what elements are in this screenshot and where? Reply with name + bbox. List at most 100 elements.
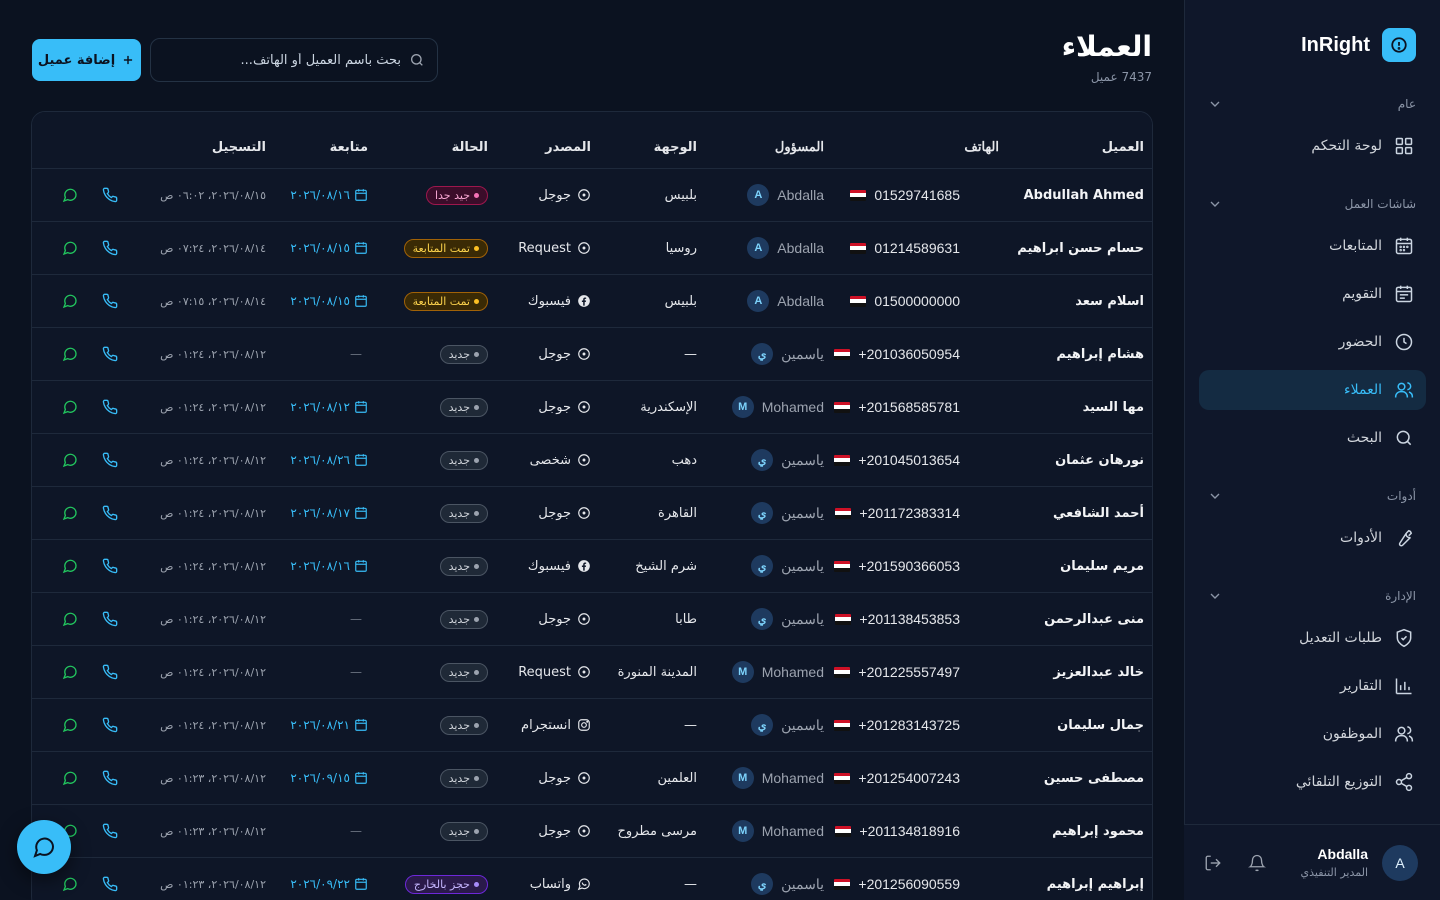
column-header-phone[interactable]: الهاتف: [867, 112, 999, 168]
column-header-followup[interactable]: متابعة: [258, 112, 368, 168]
phone-icon[interactable]: [102, 399, 118, 415]
phone-icon[interactable]: [102, 823, 118, 839]
status-badge[interactable]: جديد: [439, 609, 488, 629]
sidebar-item[interactable]: الأدوات: [1199, 518, 1426, 558]
status-badge[interactable]: حجز بالخارج: [404, 874, 488, 894]
client-name[interactable]: هشام إبراهيم: [966, 328, 1144, 380]
bell-icon[interactable]: [1248, 854, 1266, 872]
sidebar-item[interactable]: لوحة التحكم: [1199, 126, 1426, 166]
table-row[interactable]: مريم سليمان +201590366053 ي ياسمين شرم ال…: [32, 540, 1152, 593]
client-name[interactable]: جمال سليمان: [966, 699, 1144, 751]
phone-icon[interactable]: [102, 717, 118, 733]
add-client-button[interactable]: إضافة عميل: [32, 39, 141, 81]
sidebar-item[interactable]: طلبات التعديل: [1199, 618, 1426, 658]
client-followup[interactable]: ٢٠٢٦/٠٨/٢٦: [258, 434, 368, 486]
table-row[interactable]: حسام حسن ابراهيم 01214589631 A Abdalla رو…: [32, 222, 1152, 275]
phone-icon[interactable]: [102, 876, 118, 892]
column-header-source[interactable]: المصدر: [471, 112, 591, 168]
status-badge[interactable]: تمت المتابعة: [403, 238, 488, 258]
brand[interactable]: InRight: [1301, 28, 1416, 62]
client-name[interactable]: أحمد الشافعي: [966, 487, 1144, 539]
column-header-destination[interactable]: الوجهة: [577, 112, 697, 168]
phone-icon[interactable]: [102, 346, 118, 362]
phone-icon[interactable]: [102, 187, 118, 203]
client-followup[interactable]: ٢٠٢٦/٠٨/١٥: [258, 275, 368, 327]
whatsapp-icon[interactable]: [62, 293, 78, 309]
sidebar-item[interactable]: الحضور: [1199, 322, 1426, 362]
table-row[interactable]: اسلام سعد 01500000000 A Abdalla بلبيس فيس…: [32, 275, 1152, 328]
client-followup[interactable]: —: [258, 805, 368, 857]
sidebar-item[interactable]: العملاء: [1199, 370, 1426, 410]
sidebar-item[interactable]: التقارير: [1199, 666, 1426, 706]
chevron-down-icon[interactable]: [1207, 488, 1223, 504]
nav-section-header[interactable]: الإدارة: [1199, 574, 1426, 618]
client-followup[interactable]: ٢٠٢٦/٠٨/٢١: [258, 699, 368, 751]
phone-icon[interactable]: [102, 505, 118, 521]
client-followup[interactable]: ٢٠٢٦/٠٩/١٥: [258, 752, 368, 804]
whatsapp-icon[interactable]: [62, 717, 78, 733]
client-followup[interactable]: ٢٠٢٦/٠٨/١٧: [258, 487, 368, 539]
status-badge[interactable]: جديد: [439, 715, 488, 735]
nav-section-header[interactable]: عام: [1199, 82, 1426, 126]
client-name[interactable]: مصطفى حسين: [966, 752, 1144, 804]
whatsapp-icon[interactable]: [62, 346, 78, 362]
column-header-registered[interactable]: التسجيل: [106, 112, 266, 168]
table-row[interactable]: أحمد الشافعي +201172383314 ي ياسمين القاه…: [32, 487, 1152, 540]
whatsapp-icon[interactable]: [62, 611, 78, 627]
status-badge[interactable]: جديد: [439, 662, 488, 682]
column-header-owner[interactable]: المسؤول: [684, 112, 824, 168]
client-name[interactable]: منى عبدالرحمن: [966, 593, 1144, 645]
client-name[interactable]: اسلام سعد: [966, 275, 1144, 327]
client-name[interactable]: مريم سليمان: [966, 540, 1144, 592]
search-input[interactable]: [163, 52, 401, 68]
column-header-status[interactable]: الحالة: [358, 112, 488, 168]
table-row[interactable]: خالد عبدالعزيز +201225557497 M Mohamed ال…: [32, 646, 1152, 699]
phone-icon[interactable]: [102, 770, 118, 786]
nav-section-header[interactable]: شاشات العمل: [1199, 182, 1426, 226]
table-row[interactable]: إبراهيم إبراهيم +201256090559 ي ياسمين — …: [32, 858, 1152, 900]
phone-icon[interactable]: [102, 240, 118, 256]
table-row[interactable]: جمال سليمان +201283143725 ي ياسمين — انست…: [32, 699, 1152, 752]
client-followup[interactable]: —: [258, 593, 368, 645]
whatsapp-icon[interactable]: [62, 187, 78, 203]
whatsapp-icon[interactable]: [62, 452, 78, 468]
status-badge[interactable]: جديد: [439, 821, 488, 841]
client-followup[interactable]: —: [258, 328, 368, 380]
sidebar-item[interactable]: التوزيع التلقائي: [1199, 762, 1426, 802]
phone-icon[interactable]: [102, 558, 118, 574]
status-badge[interactable]: جيد جدا: [425, 185, 488, 205]
chevron-down-icon[interactable]: [1207, 96, 1223, 112]
client-followup[interactable]: ٢٠٢٦/٠٨/١٢: [258, 381, 368, 433]
table-row[interactable]: هشام إبراهيم +201036050954 ي ياسمين — جوج…: [32, 328, 1152, 381]
logout-icon[interactable]: [1204, 854, 1222, 872]
sidebar-item[interactable]: التقويم: [1199, 274, 1426, 314]
whatsapp-icon[interactable]: [62, 505, 78, 521]
client-name[interactable]: خالد عبدالعزيز: [966, 646, 1144, 698]
sidebar-item[interactable]: البحث: [1199, 418, 1426, 458]
status-badge[interactable]: جديد: [439, 768, 488, 788]
chevron-down-icon[interactable]: [1207, 588, 1223, 604]
table-row[interactable]: محمود إبراهيم +201134818916 M Mohamed مرس…: [32, 805, 1152, 858]
phone-icon[interactable]: [102, 664, 118, 680]
client-followup[interactable]: ٢٠٢٦/٠٨/١٦: [258, 169, 368, 221]
whatsapp-icon[interactable]: [62, 399, 78, 415]
client-name[interactable]: نورهان عثمان: [966, 434, 1144, 486]
client-name[interactable]: محمود إبراهيم: [966, 805, 1144, 857]
status-badge[interactable]: جديد: [439, 503, 488, 523]
phone-icon[interactable]: [102, 452, 118, 468]
client-followup[interactable]: —: [258, 646, 368, 698]
whatsapp-icon[interactable]: [62, 558, 78, 574]
whatsapp-icon[interactable]: [62, 770, 78, 786]
status-badge[interactable]: جديد: [439, 344, 488, 364]
phone-icon[interactable]: [102, 293, 118, 309]
table-row[interactable]: مصطفى حسين +201254007243 M Mohamed العلمي…: [32, 752, 1152, 805]
nav-section-header[interactable]: أدوات: [1199, 474, 1426, 518]
client-name[interactable]: Abdullah Ahmed: [966, 169, 1144, 221]
client-name[interactable]: مها السيد: [966, 381, 1144, 433]
table-row[interactable]: مها السيد +201568585781 M Mohamed الإسكند…: [32, 381, 1152, 434]
client-followup[interactable]: ٢٠٢٦/٠٩/٢٢: [258, 858, 368, 900]
status-badge[interactable]: تمت المتابعة: [403, 291, 488, 311]
status-badge[interactable]: جديد: [439, 450, 488, 470]
sidebar-item[interactable]: المتابعات: [1199, 226, 1426, 266]
status-badge[interactable]: جديد: [439, 556, 488, 576]
